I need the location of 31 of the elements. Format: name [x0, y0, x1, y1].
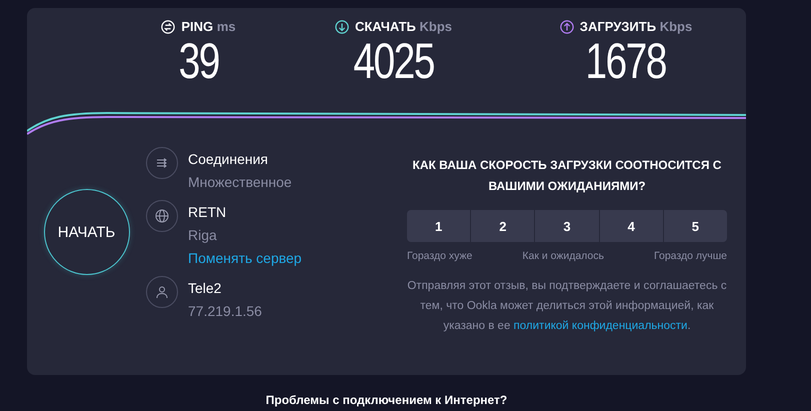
ping-icon: [161, 20, 176, 34]
metric-label: СКАЧАТЬ Kbps: [354, 19, 452, 34]
rating-button[interactable]: 1: [407, 210, 470, 242]
info-subtitle: 77.219.1.56: [188, 303, 262, 319]
change-server-link[interactable]: Поменять сервер: [188, 250, 302, 266]
person-icon: [154, 284, 170, 300]
rating-button[interactable]: 2: [471, 210, 534, 242]
start-button[interactable]: НАЧАТЬ: [44, 189, 130, 275]
upload-icon: [560, 20, 574, 34]
info-subtitle: Riga: [188, 227, 218, 243]
globe-icon: [154, 208, 170, 224]
metric-label: PING ms: [181, 19, 236, 34]
info-subtitle: Множественное: [188, 174, 292, 190]
scale-label: Гораздо лучше: [654, 250, 727, 262]
privacy-link[interactable]: политикой конфиденциальности: [514, 320, 688, 332]
metric-value: 39: [178, 35, 219, 87]
rating-button[interactable]: 3: [535, 210, 599, 242]
scale-label: Как и ожидалось: [522, 250, 604, 262]
help-question: Проблемы с подключением к Интернет?: [266, 393, 508, 407]
info-title: Соединения: [188, 151, 270, 167]
rating-button[interactable]: 4: [600, 210, 663, 242]
disclaimer-text: Отправляя этот отзыв, вы подтверждаете и соглашаетесь с тем, что Ookla может делиться этой информацией, как указано в ее политикой конфиденциальности.: [407, 279, 727, 334]
info-title: RETN: [188, 204, 228, 220]
metric-label: ЗАГРУЗИТЬ Kbps: [580, 19, 692, 34]
metric-value: 4025: [353, 35, 434, 87]
survey-question: КАК ВАША СКОРОСТЬ ЗАГРУЗКИ СООТНОСИТСЯ С ВАШИМИ ОЖИДАНИЯМИ?: [412, 157, 722, 195]
download-icon: [334, 20, 349, 34]
metric-value: 1678: [586, 35, 666, 87]
scale-label: Гораздо хуже: [407, 250, 472, 262]
info-title: Tele2: [188, 280, 222, 296]
rating-button[interactable]: 5: [664, 210, 727, 242]
